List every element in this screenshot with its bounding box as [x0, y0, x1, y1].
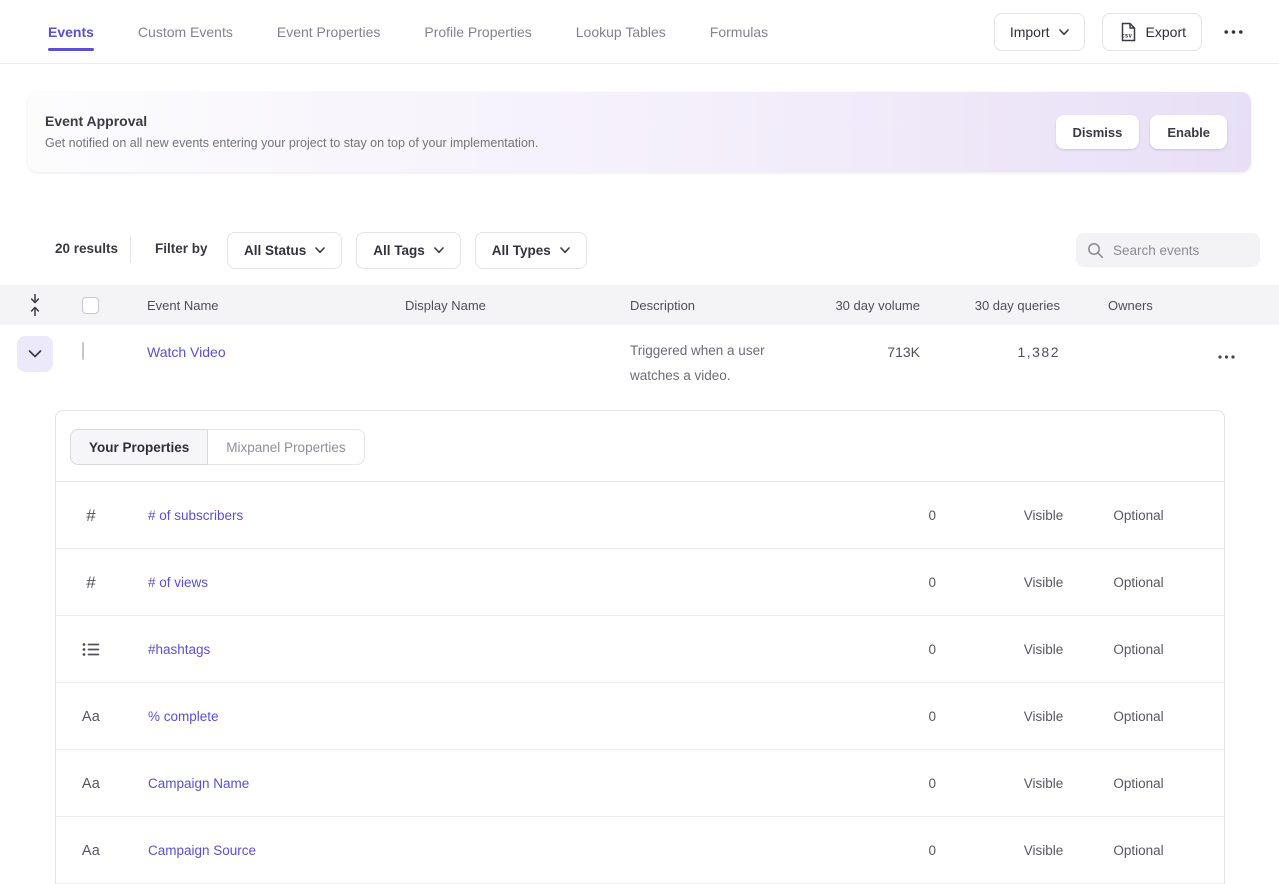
tab-event-properties[interactable]: Event Properties — [277, 0, 381, 64]
column-header-description: Description — [630, 285, 695, 325]
property-row: Aa % complete 0 Visible Optional — [56, 683, 1224, 750]
event-actions-button[interactable] — [1212, 338, 1240, 376]
tab-mixpanel-properties[interactable]: Mixpanel Properties — [208, 429, 364, 465]
export-button-label: Export — [1146, 24, 1186, 40]
search-input[interactable] — [1113, 243, 1243, 258]
chevron-down-icon — [434, 247, 444, 254]
filter-dropdowns: All Status All Tags All Types — [227, 232, 587, 269]
tab-lookup-tables[interactable]: Lookup Tables — [576, 0, 666, 64]
column-header-event-name: Event Name — [147, 285, 219, 325]
column-header-display-name: Display Name — [405, 285, 486, 325]
event-properties-panel: Your Properties Mixpanel Properties # # … — [55, 410, 1225, 884]
collapse-all-button[interactable] — [29, 285, 41, 325]
export-button[interactable]: csv Export — [1102, 13, 1202, 51]
property-row: # # of subscribers 0 Visible Optional — [56, 482, 1224, 549]
property-count: 0 — [801, 683, 936, 750]
property-count: 0 — [801, 750, 936, 817]
vertical-divider — [130, 237, 131, 263]
tab-profile-properties[interactable]: Profile Properties — [424, 0, 531, 64]
property-link[interactable]: Campaign Source — [148, 817, 256, 884]
status-filter-label: All Status — [244, 243, 306, 258]
column-header-30-day-queries: 30 day queries — [920, 285, 1060, 325]
event-30-day-volume: 713K — [780, 344, 920, 360]
filter-bar: 20 results Filter by All Status All Tags… — [0, 232, 1279, 268]
list-type-icon — [76, 616, 106, 683]
filter-by-label: Filter by — [155, 241, 208, 256]
column-header-30-day-volume: 30 day volume — [780, 285, 920, 325]
csv-file-icon: csv — [1118, 22, 1137, 42]
property-requirement: Optional — [1081, 817, 1196, 884]
event-approval-banner: Event Approval Get notified on all new e… — [28, 92, 1251, 172]
row-checkbox[interactable] — [82, 342, 84, 360]
ellipsis-icon — [1218, 355, 1235, 359]
tags-filter-dropdown[interactable]: All Tags — [356, 232, 461, 269]
property-requirement: Optional — [1081, 750, 1196, 817]
chevron-down-icon — [1059, 29, 1069, 36]
text-type-icon: Aa — [76, 750, 106, 817]
property-requirement: Optional — [1081, 683, 1196, 750]
property-requirement: Optional — [1081, 616, 1196, 683]
banner-actions: Dismiss Enable — [1056, 115, 1228, 149]
collapse-row-button[interactable] — [17, 336, 53, 372]
property-link[interactable]: Campaign Name — [148, 750, 249, 817]
nav-tab-list: Events Custom Events Event Properties Pr… — [48, 0, 768, 64]
lexicon-events-page: Events Custom Events Event Properties Pr… — [0, 0, 1279, 884]
dismiss-button[interactable]: Dismiss — [1056, 115, 1140, 149]
tags-filter-label: All Tags — [373, 243, 425, 258]
text-type-icon: Aa — [76, 817, 106, 884]
column-header-owners: Owners — [1108, 285, 1153, 325]
nav-actions: Import csv Export — [994, 13, 1247, 51]
tab-your-properties[interactable]: Your Properties — [70, 429, 208, 465]
property-count: 0 — [801, 482, 936, 549]
types-filter-dropdown[interactable]: All Types — [475, 232, 587, 269]
banner-description: Get notified on all new events entering … — [45, 136, 538, 150]
import-button[interactable]: Import — [994, 13, 1085, 51]
property-row: Aa Campaign Source 0 Visible Optional — [56, 817, 1224, 884]
number-type-icon: # — [76, 549, 106, 616]
select-all-checkbox[interactable] — [82, 297, 99, 314]
results-count: 20 results — [55, 241, 118, 256]
property-link[interactable]: % complete — [148, 683, 219, 750]
property-row: #hashtags 0 Visible Optional — [56, 616, 1224, 683]
svg-text:csv: csv — [1121, 33, 1132, 40]
property-count: 0 — [801, 817, 936, 884]
property-count: 0 — [801, 549, 936, 616]
property-requirement: Optional — [1081, 549, 1196, 616]
chevron-down-icon — [315, 247, 325, 254]
tab-events[interactable]: Events — [48, 0, 94, 64]
search-events-box[interactable] — [1076, 233, 1260, 267]
collapse-rows-icon — [29, 294, 41, 316]
status-filter-dropdown[interactable]: All Status — [227, 232, 342, 269]
more-actions-button[interactable] — [1219, 13, 1247, 51]
property-link[interactable]: #hashtags — [148, 616, 210, 683]
event-description: Triggered when a user watches a video. — [630, 338, 798, 388]
number-type-icon: # — [76, 482, 106, 549]
property-link[interactable]: # of subscribers — [148, 482, 243, 549]
top-navigation: Events Custom Events Event Properties Pr… — [0, 0, 1279, 64]
tab-formulas[interactable]: Formulas — [710, 0, 768, 64]
property-requirement: Optional — [1081, 482, 1196, 549]
property-row: # # of views 0 Visible Optional — [56, 549, 1224, 616]
properties-tab-switcher: Your Properties Mixpanel Properties — [70, 429, 365, 465]
events-table-header: Event Name Display Name Description 30 d… — [0, 285, 1279, 325]
property-row: Aa Campaign Name 0 Visible Optional — [56, 750, 1224, 817]
text-type-icon: Aa — [76, 683, 106, 750]
ellipsis-icon — [1224, 30, 1243, 34]
types-filter-label: All Types — [492, 243, 551, 258]
search-icon — [1087, 242, 1104, 259]
property-count: 0 — [801, 616, 936, 683]
banner-title: Event Approval — [45, 113, 147, 129]
chevron-down-icon — [28, 350, 42, 358]
property-link[interactable]: # of views — [148, 549, 208, 616]
tab-custom-events[interactable]: Custom Events — [138, 0, 233, 64]
event-name-link[interactable]: Watch Video — [147, 344, 226, 360]
chevron-down-icon — [560, 247, 570, 254]
event-row-watch-video: Watch Video Triggered when a user watche… — [0, 325, 1279, 410]
import-button-label: Import — [1010, 24, 1050, 40]
properties-tabs-section: Your Properties Mixpanel Properties — [56, 411, 1224, 482]
event-30-day-queries: 1,382 — [920, 344, 1060, 360]
enable-button[interactable]: Enable — [1150, 115, 1227, 149]
